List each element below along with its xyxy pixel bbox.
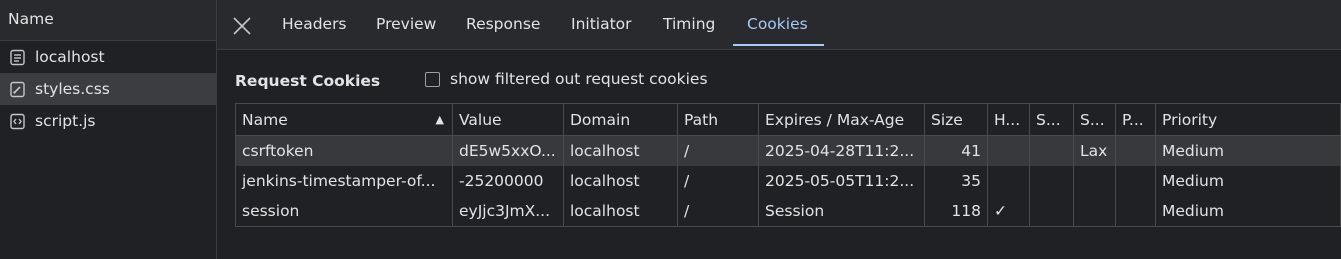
sort-ascending-icon: ▲: [435, 113, 444, 126]
cell-path: /: [678, 166, 759, 196]
cell-size: 35: [925, 166, 988, 196]
column-header-priority[interactable]: Priority: [1156, 104, 1340, 135]
request-item-label: localhost: [35, 48, 105, 66]
cell-priority: Medium: [1162, 142, 1224, 160]
checkbox-box[interactable]: [425, 71, 440, 87]
request-item-localhost[interactable]: localhost: [0, 41, 216, 73]
tab-headers[interactable]: Headers: [282, 15, 347, 33]
column-header-path[interactable]: Path: [678, 104, 759, 135]
tab-cookies[interactable]: Cookies: [747, 15, 808, 33]
column-header-secure[interactable]: S...: [1030, 104, 1074, 135]
cell-samesite: Lax: [1074, 136, 1116, 166]
cell-path: /: [678, 196, 759, 226]
cell-size: 41: [925, 136, 988, 166]
close-icon[interactable]: [231, 15, 253, 37]
request-list-header[interactable]: Name: [0, 0, 216, 41]
tab-response[interactable]: Response: [466, 15, 540, 33]
column-header-value[interactable]: Value: [453, 104, 564, 135]
cell-name: jenkins-timestamper-of...: [236, 166, 453, 196]
table-header-row: Name ▲ Value Domain Path Expires / Max-A…: [236, 104, 1340, 136]
cell-value: -25200000: [453, 166, 564, 196]
cell-httponly: [988, 166, 1030, 196]
cell-secure: [1030, 136, 1074, 166]
cell-secure: [1030, 196, 1074, 226]
request-item-label: script.js: [35, 112, 96, 130]
column-header-httponly[interactable]: H...: [988, 104, 1030, 135]
cell-secure: [1030, 166, 1074, 196]
column-header-name[interactable]: Name ▲: [236, 104, 453, 135]
cell-expires: Session: [759, 196, 925, 226]
cell-name: csrftoken: [236, 136, 453, 166]
cell-partition: [1116, 196, 1156, 226]
cell-httponly: ✓: [988, 196, 1030, 226]
request-item-script[interactable]: script.js: [0, 105, 216, 137]
active-tab-indicator: [733, 44, 824, 46]
column-header-size[interactable]: Size: [925, 104, 988, 135]
cell-size: 118: [925, 196, 988, 226]
column-header-expires[interactable]: Expires / Max-Age: [759, 104, 925, 135]
table-row[interactable]: jenkins-timestamper-of... -25200000 loca…: [236, 166, 1340, 196]
checkbox-label: show filtered out request cookies: [450, 70, 708, 88]
cell-samesite: [1074, 166, 1116, 196]
table-row[interactable]: session eyJjc3JmX... localhost / Session…: [236, 196, 1340, 226]
cell-value: dE5w5xxO...: [453, 136, 564, 166]
devtools-network-panel: Name localhost styles.css script.js Head…: [0, 0, 1341, 259]
request-item-styles[interactable]: styles.css: [0, 73, 216, 105]
cell-value: eyJjc3JmX...: [453, 196, 564, 226]
cell-path: /: [678, 136, 759, 166]
request-item-label: styles.css: [35, 80, 110, 98]
section-title: Request Cookies: [235, 72, 381, 90]
table-row[interactable]: csrftoken dE5w5xxO... localhost / 2025-0…: [236, 136, 1340, 166]
cell-partition: [1116, 166, 1156, 196]
tab-initiator[interactable]: Initiator: [571, 15, 632, 33]
tab-preview[interactable]: Preview: [376, 15, 436, 33]
cookies-table: Name ▲ Value Domain Path Expires / Max-A…: [235, 103, 1341, 227]
cell-domain: localhost: [564, 196, 678, 226]
request-details: Headers Preview Response Initiator Timin…: [217, 0, 1341, 259]
show-filtered-checkbox[interactable]: show filtered out request cookies: [425, 70, 708, 88]
cell-domain: localhost: [564, 166, 678, 196]
cell-priority: Medium: [1162, 172, 1224, 190]
cell-domain: localhost: [564, 136, 678, 166]
column-header-domain[interactable]: Domain: [564, 104, 678, 135]
details-tabbar: Headers Preview Response Initiator Timin…: [217, 0, 1341, 50]
request-list: Name localhost styles.css script.js: [0, 0, 217, 259]
tab-timing[interactable]: Timing: [663, 15, 715, 33]
column-header-samesite[interactable]: S...: [1074, 104, 1116, 135]
document-icon: [10, 49, 25, 65]
script-icon: [10, 113, 25, 129]
cell-priority: Medium: [1162, 202, 1224, 220]
column-header-partition[interactable]: P...: [1116, 104, 1156, 135]
cell-httponly: [988, 136, 1030, 166]
cell-expires: 2025-04-28T11:2...: [759, 136, 925, 166]
cell-expires: 2025-05-05T11:2...: [759, 166, 925, 196]
stylesheet-icon: [10, 81, 25, 97]
cell-partition: [1116, 136, 1156, 166]
cell-name: session: [236, 196, 453, 226]
cell-samesite: [1074, 196, 1116, 226]
